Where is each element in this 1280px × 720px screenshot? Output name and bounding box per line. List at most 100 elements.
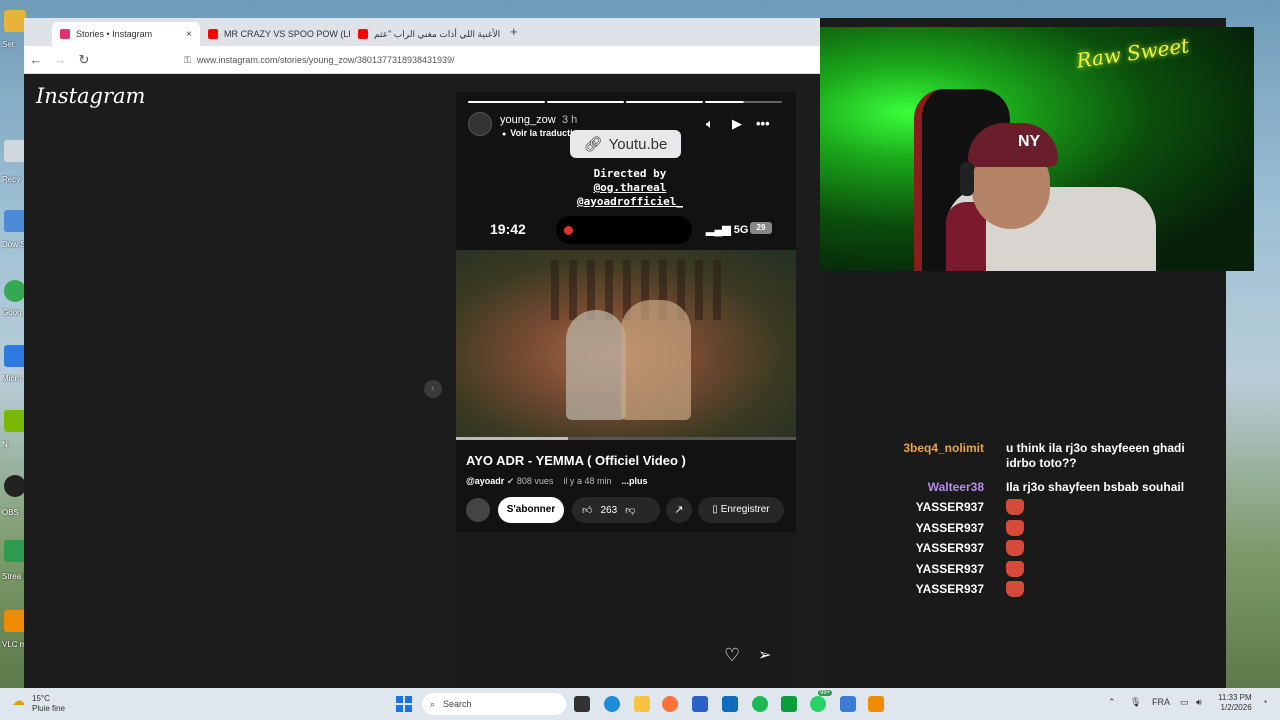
speaker-icon[interactable]: 🔊︎ bbox=[1196, 697, 1202, 708]
video-thumbnail[interactable] bbox=[456, 250, 796, 440]
streamlabs-icon[interactable] bbox=[781, 696, 797, 712]
download-icon[interactable] bbox=[4, 210, 26, 232]
previous-story-button[interactable]: ‹ bbox=[424, 380, 442, 398]
start-button[interactable] bbox=[396, 696, 412, 712]
chat-message: Walteer38 Ila rj3o shayfeen bsbab souhail bbox=[884, 479, 1214, 499]
webcam-feed: Raw Sweet NY bbox=[820, 27, 1254, 271]
chat-message: YASSER937 bbox=[884, 560, 1214, 581]
vlc-icon[interactable] bbox=[4, 610, 26, 632]
share-button[interactable]: ↗ bbox=[666, 497, 692, 523]
instagram-logo[interactable]: Instagram bbox=[36, 84, 145, 108]
video-progress-bar[interactable] bbox=[456, 437, 796, 440]
forward-icon[interactable]: → bbox=[48, 52, 72, 67]
lock-icon: ⚿ bbox=[184, 54, 191, 65]
whatsapp-icon[interactable] bbox=[810, 696, 826, 712]
chat-username[interactable]: Walteer38 bbox=[928, 480, 984, 495]
phone-clock: 19:42 bbox=[490, 221, 526, 237]
tab-youtube-2[interactable]: الأغنية اللي أذات مغني الراب "عثم × bbox=[350, 22, 500, 46]
chat-username[interactable]: YASSER937 bbox=[916, 521, 984, 536]
video-title: AYO ADR - YEMMA ( Officiel Video ) bbox=[466, 453, 686, 468]
search-icon: ⌕ bbox=[430, 698, 436, 709]
chat-username[interactable]: YASSER937 bbox=[916, 582, 984, 597]
taskbar-search[interactable]: ⌕ Search bbox=[422, 693, 566, 715]
spotify-icon[interactable] bbox=[752, 696, 768, 712]
recycle-bin-icon[interactable] bbox=[4, 140, 26, 162]
outlook-icon[interactable] bbox=[722, 696, 738, 712]
navigation-bar: ← → ↻ ⚿ www.instagram.com/stories/young_… bbox=[24, 46, 820, 74]
file-explorer-icon[interactable] bbox=[634, 696, 650, 712]
chat-message: 3beq4_nolimit u think ila rj3o shayfeeen … bbox=[884, 440, 1214, 479]
record-indicator-icon bbox=[564, 226, 573, 235]
chat-message: YASSER937 bbox=[884, 519, 1214, 540]
new-tab-button[interactable]: + bbox=[510, 24, 518, 39]
chat-username[interactable]: YASSER937 bbox=[916, 562, 984, 577]
subscribe-button[interactable]: S'abonner bbox=[498, 497, 564, 523]
send-icon[interactable]: ➢ bbox=[758, 645, 771, 665]
streamer-cap: NY bbox=[968, 123, 1058, 167]
instagram-favicon-icon bbox=[60, 29, 70, 39]
chat-username[interactable]: 3beq4_nolimit bbox=[903, 441, 984, 456]
firefox-icon[interactable] bbox=[662, 696, 678, 712]
heart-icon[interactable]: ♡ bbox=[724, 645, 740, 666]
tab-instagram-stories[interactable]: Stories • Instagram × bbox=[52, 22, 200, 46]
mention-link[interactable]: @og.thareal bbox=[560, 181, 700, 195]
link-sticker[interactable]: 🔗︎ Youtu.be bbox=[570, 130, 681, 158]
directed-line: Directed by bbox=[593, 167, 667, 180]
upload-age: il y a 48 min bbox=[563, 476, 612, 486]
network-icon[interactable]: ▭ bbox=[1180, 697, 1189, 708]
stream-chat: 3beq4_nolimit u think ila rj3o shayfeeen … bbox=[884, 440, 1214, 601]
mention-link[interactable]: @ayoadrofficiel_ bbox=[560, 195, 700, 209]
more-link[interactable]: ...plus bbox=[622, 476, 648, 486]
url-text: www.instagram.com/stories/young_zow/3801… bbox=[196, 55, 455, 65]
story-username[interactable]: young_zow bbox=[500, 114, 556, 126]
folder-icon[interactable] bbox=[4, 10, 26, 32]
microphone-icon[interactable]: 🎙︎ bbox=[1130, 697, 1141, 708]
youtube-favicon-icon bbox=[208, 29, 218, 39]
chrome-icon[interactable] bbox=[4, 280, 26, 302]
more-options-icon[interactable]: ••• bbox=[756, 116, 770, 131]
back-icon[interactable]: ← bbox=[24, 52, 48, 67]
store-icon[interactable] bbox=[692, 696, 708, 712]
neon-sign: Raw Sweet bbox=[1074, 33, 1191, 73]
network-indicator: ▂▄▆ 5G bbox=[706, 223, 748, 236]
play-icon[interactable]: ▶ bbox=[732, 116, 742, 132]
nvidia-icon[interactable] bbox=[4, 410, 26, 432]
edge-icon[interactable] bbox=[604, 696, 620, 712]
like-count: 263 bbox=[600, 504, 618, 516]
reload-icon[interactable]: ↻ bbox=[72, 52, 96, 68]
like-icon[interactable]: 👍︎ bbox=[582, 504, 592, 516]
dislike-icon[interactable]: 👎︎ bbox=[625, 504, 635, 516]
edge-icon[interactable] bbox=[4, 345, 26, 367]
channel-avatar[interactable] bbox=[466, 498, 490, 522]
story-avatar[interactable] bbox=[468, 112, 492, 136]
weather-widget[interactable]: ☁ 15°C Pluie fine bbox=[12, 694, 65, 714]
story-viewer[interactable]: young_zow 3 h Voir la traduction 🔈︎ ▶ ••… bbox=[456, 92, 796, 688]
address-bar[interactable]: ⚿ www.instagram.com/stories/young_zow/38… bbox=[184, 52, 455, 68]
browser-window: Stories • Instagram × MR CRAZY VS SPOO P… bbox=[24, 18, 820, 688]
chat-username[interactable]: YASSER937 bbox=[916, 541, 984, 556]
tab-youtube-1[interactable]: MR CRAZY VS SPOO POW (LFEN × bbox=[200, 22, 350, 46]
notifications-icon[interactable]: ◔ bbox=[1262, 697, 1267, 707]
channel-name[interactable]: @ayoadr bbox=[466, 476, 504, 486]
tab-close-icon[interactable]: × bbox=[180, 29, 192, 40]
language-indicator[interactable]: FRA bbox=[1152, 697, 1170, 707]
photos-icon[interactable] bbox=[840, 696, 856, 712]
story-progress-segment bbox=[626, 101, 703, 103]
tab-title: Stories • Instagram bbox=[76, 29, 153, 39]
taskbar-clock[interactable]: 11:33 PM 1/2/2026 bbox=[1218, 693, 1252, 713]
tab-title: الأغنية اللي أذات مغني الراب "عثم bbox=[374, 28, 500, 39]
task-view-icon[interactable] bbox=[574, 696, 590, 712]
vlc-icon[interactable] bbox=[868, 696, 884, 712]
chevron-up-icon[interactable]: ⌃ bbox=[1108, 697, 1116, 708]
chat-username[interactable]: YASSER937 bbox=[916, 500, 984, 515]
volume-icon[interactable]: 🔈︎ bbox=[706, 116, 714, 132]
weather-icon: ☁ bbox=[12, 693, 25, 708]
streamlabs-icon[interactable] bbox=[4, 540, 26, 562]
obs-icon[interactable] bbox=[4, 475, 26, 497]
weather-desc: Pluie fine bbox=[32, 704, 65, 713]
bookmark-icon: ▯ bbox=[712, 504, 721, 515]
story-bottom-area bbox=[456, 532, 796, 688]
save-button[interactable]: ▯ Enregistrer bbox=[698, 497, 784, 523]
search-placeholder: Search bbox=[443, 699, 472, 709]
tab-title: MR CRAZY VS SPOO POW (LFEN bbox=[224, 29, 350, 39]
